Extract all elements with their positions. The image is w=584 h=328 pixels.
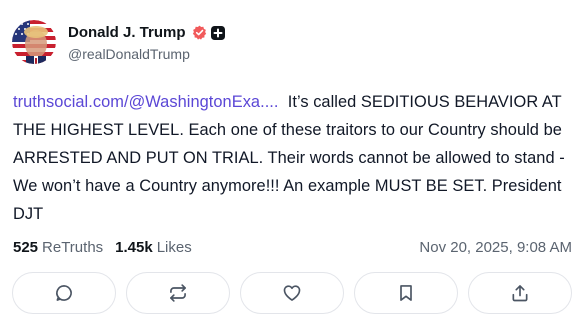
- post-timestamp[interactable]: Nov 20, 2025, 9:08 AM: [419, 239, 572, 256]
- truth-plus-icon: [210, 25, 225, 40]
- retruth-button[interactable]: [126, 272, 230, 314]
- bookmark-icon: [400, 285, 412, 301]
- reply-button[interactable]: [12, 272, 116, 314]
- verified-badge-icon: [192, 25, 207, 40]
- comment-icon: [56, 285, 72, 301]
- truth-post: Donald J. Trump @realDonaldTrump truthso…: [0, 0, 584, 328]
- share-icon: [512, 285, 528, 302]
- post-content: truthsocial.com/@WashingtonExa.... It’s …: [13, 88, 565, 228]
- post-header: Donald J. Trump @realDonaldTrump: [12, 16, 225, 68]
- post-link[interactable]: truthsocial.com/@WashingtonExa....: [13, 93, 279, 111]
- likes-count: 1.45k: [115, 238, 153, 256]
- likes-label: Likes: [156, 238, 192, 256]
- likes-stat[interactable]: 1.45k Likes: [115, 239, 192, 256]
- retruths-stat[interactable]: 525 ReTruths: [13, 239, 103, 256]
- share-button[interactable]: [468, 272, 572, 314]
- retruths-label: ReTruths: [42, 238, 104, 256]
- name-row: Donald J. Trump: [68, 23, 225, 43]
- heart-icon: [283, 285, 301, 301]
- action-bar: [12, 272, 572, 316]
- author-handle[interactable]: @realDonaldTrump: [68, 46, 225, 62]
- like-button[interactable]: [240, 272, 344, 314]
- bookmark-button[interactable]: [354, 272, 458, 314]
- avatar[interactable]: [12, 20, 56, 64]
- retruth-icon: [170, 284, 186, 302]
- avatar-image: [12, 20, 56, 64]
- post-stats: 525 ReTruths 1.45k Likes Nov 20, 2025, 9…: [13, 236, 572, 258]
- author-display-name[interactable]: Donald J. Trump: [68, 24, 186, 41]
- post-text: It’s called SEDITIOUS BEHAVIOR AT THE HI…: [13, 93, 570, 223]
- retruths-count: 525: [13, 238, 39, 256]
- author-info: Donald J. Trump @realDonaldTrump: [68, 23, 225, 62]
